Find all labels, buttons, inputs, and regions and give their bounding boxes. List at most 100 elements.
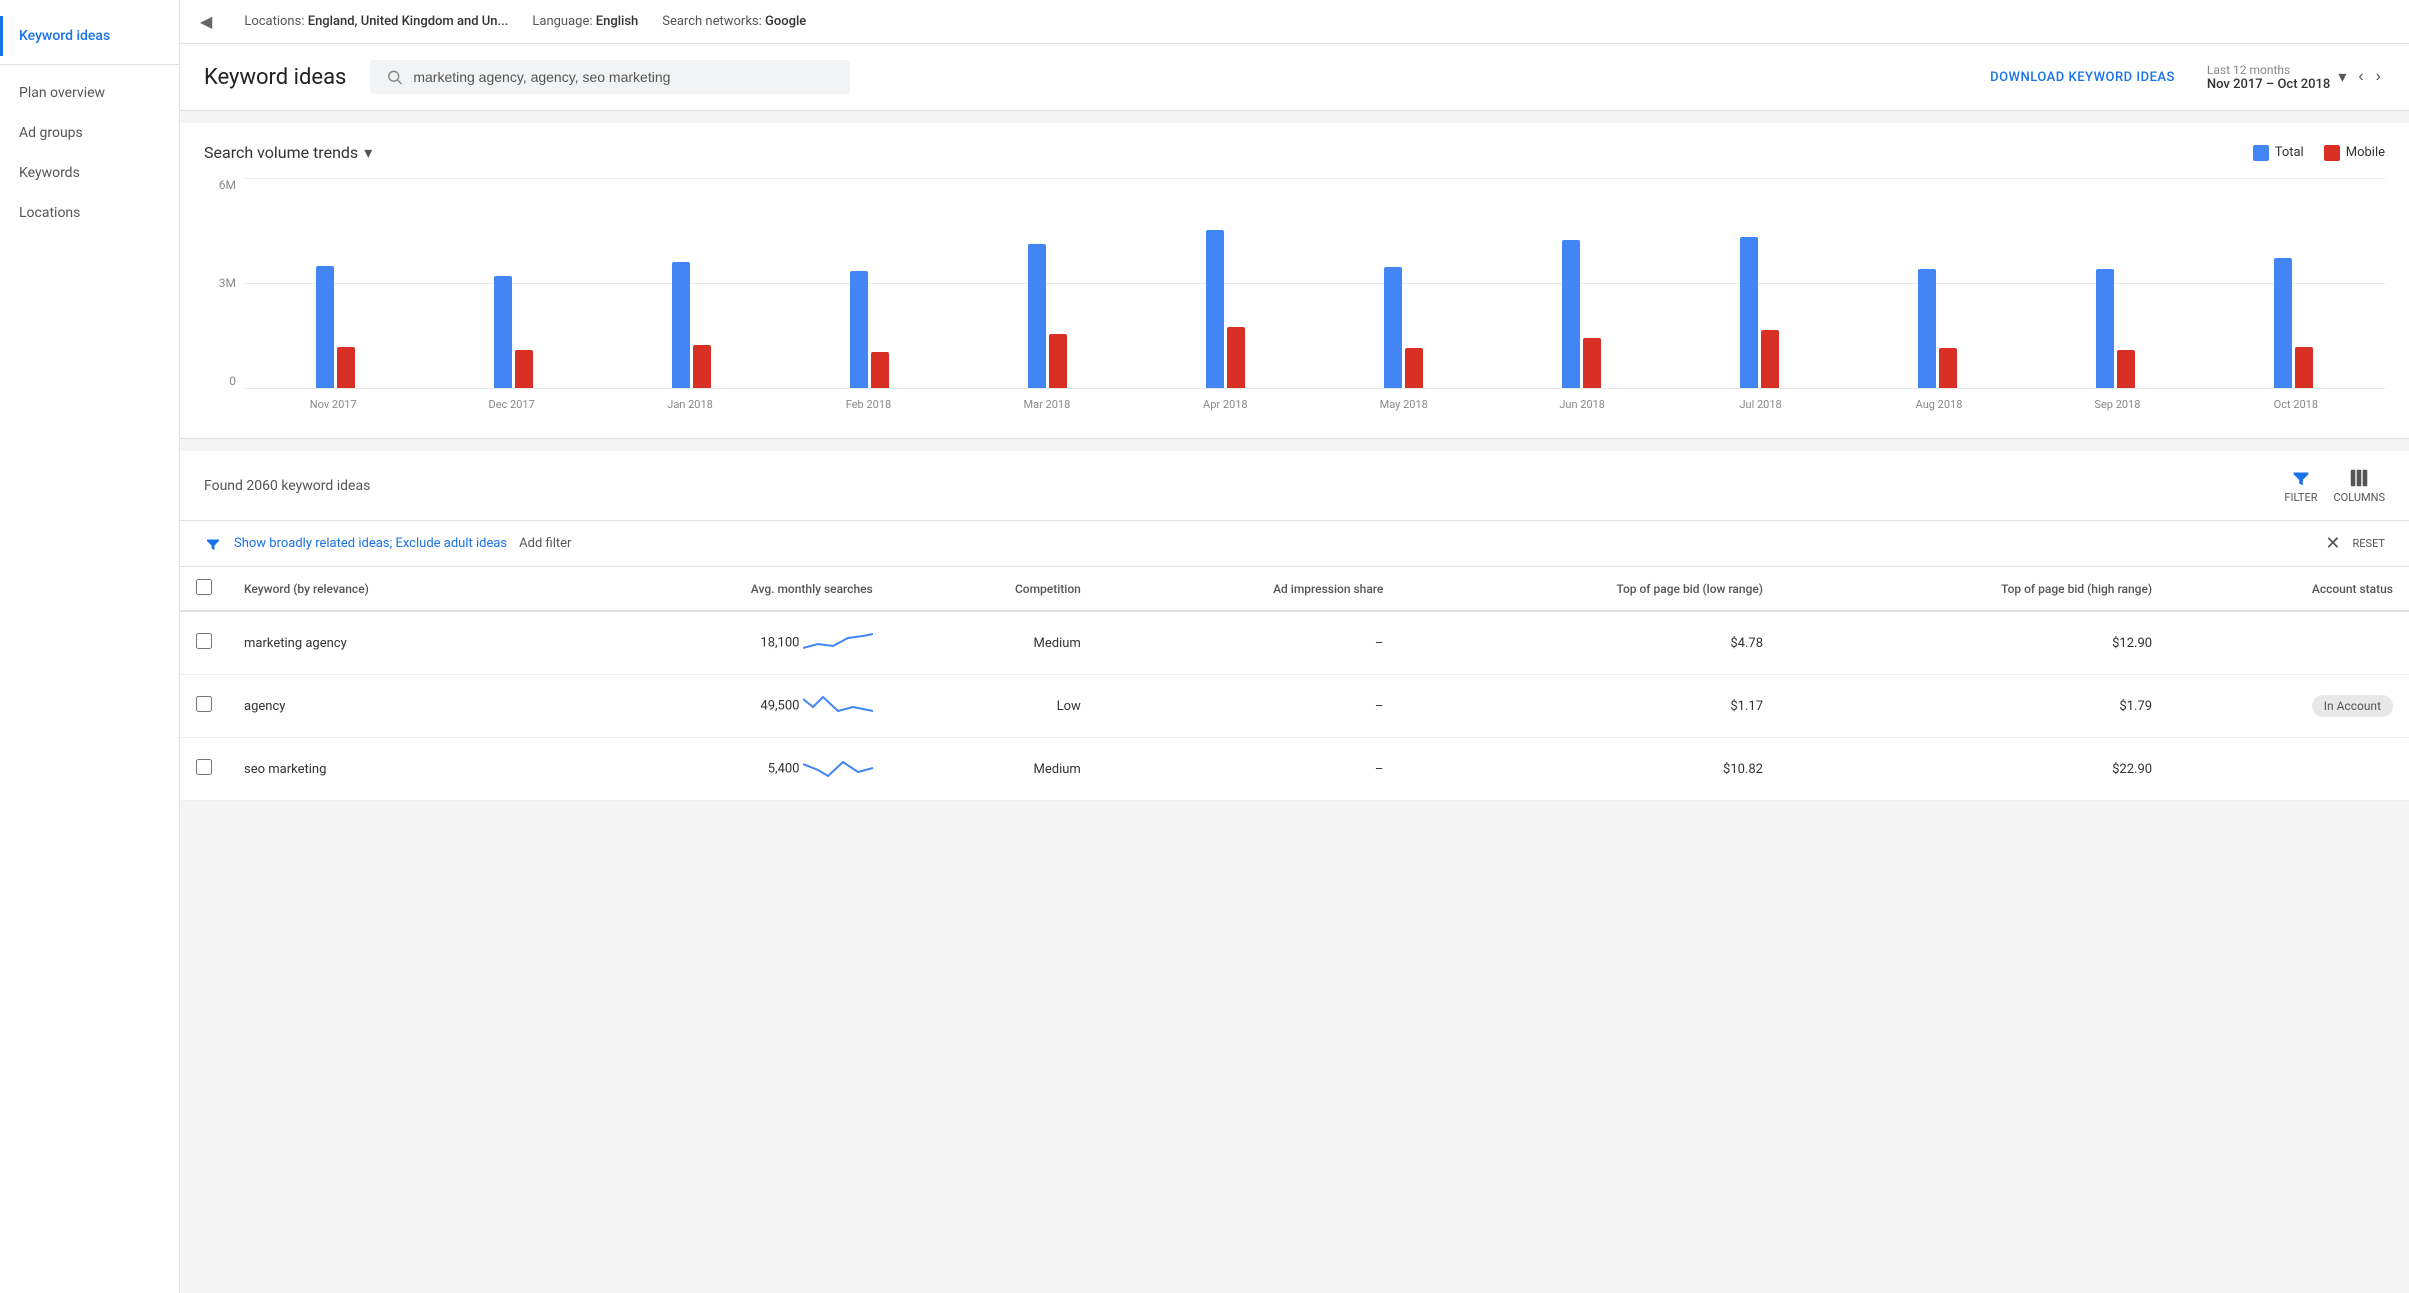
in-account-badge: In Account <box>2312 695 2393 717</box>
legend-total: Total <box>2253 145 2304 161</box>
keywords-table: Keyword (by relevance) Avg. monthly sear… <box>180 567 2409 801</box>
sidebar-item-keywords[interactable]: Keywords <box>0 153 179 193</box>
reset-filter-button[interactable]: RESET <box>2353 537 2385 550</box>
total-bar <box>1028 244 1046 388</box>
trend-sparkline <box>803 626 873 660</box>
top-bid-low-column-header[interactable]: Top of page bid (low range) <box>1399 567 1779 611</box>
trend-sparkline <box>803 689 873 723</box>
table-row: seo marketing 5,400 Medium – $10.82 $22.… <box>180 738 2409 801</box>
filter-description[interactable]: Show broadly related ideas; Exclude adul… <box>234 536 507 551</box>
mobile-bar <box>1049 334 1067 388</box>
mobile-bar <box>871 352 889 388</box>
row-checkbox-cell[interactable] <box>180 611 228 675</box>
avg-monthly-cell: 5,400 <box>561 738 888 801</box>
x-axis-label: Mar 2018 <box>958 398 1136 411</box>
chart-header: Search volume trends ▾ Total Mobile <box>204 143 2385 162</box>
language-label: Language: English <box>532 14 638 29</box>
x-axis-label: May 2018 <box>1315 398 1493 411</box>
ad-impression-column-header[interactable]: Ad impression share <box>1097 567 1400 611</box>
x-axis-label: Feb 2018 <box>779 398 957 411</box>
legend-total-box <box>2253 145 2269 161</box>
date-range-value: Nov 2017 – Oct 2018 <box>2207 77 2330 92</box>
total-bar <box>316 266 334 388</box>
keyword-cell: marketing agency <box>228 611 561 675</box>
total-bar <box>1384 267 1402 388</box>
date-prev-button[interactable]: ‹ <box>2354 66 2367 88</box>
close-filter-button[interactable]: ✕ <box>2325 533 2340 554</box>
chart-legend: Total Mobile <box>2253 145 2385 161</box>
chart-dropdown-icon[interactable]: ▾ <box>364 143 372 162</box>
competition-column-header[interactable]: Competition <box>889 567 1097 611</box>
account-status-cell: In Account <box>2168 675 2409 738</box>
keyword-cell: agency <box>228 675 561 738</box>
found-count: Found 2060 keyword ideas <box>204 478 370 494</box>
sidebar-item-plan-overview[interactable]: Plan overview <box>0 73 179 113</box>
chart-title: Search volume trends ▾ <box>204 143 372 162</box>
sidebar-item-keyword-ideas[interactable]: Keyword ideas <box>0 16 179 56</box>
chart-area <box>244 178 2385 388</box>
total-bar <box>2274 258 2292 388</box>
date-next-button[interactable]: › <box>2372 66 2385 88</box>
language-value: English <box>596 14 639 29</box>
total-bar <box>1206 230 1224 388</box>
row-checkbox-cell[interactable] <box>180 675 228 738</box>
sidebar-item-locations[interactable]: Locations <box>0 193 179 233</box>
row-checkbox[interactable] <box>196 696 212 712</box>
filter-button[interactable]: FILTER <box>2284 467 2317 504</box>
keyword-cell: seo marketing <box>228 738 561 801</box>
top-bar: ◀ Locations: England, United Kingdom and… <box>180 0 2409 44</box>
account-status-column-header[interactable]: Account status <box>2168 567 2409 611</box>
page-title: Keyword ideas <box>204 65 346 90</box>
active-filter-icon <box>204 535 222 553</box>
download-keyword-ideas-button[interactable]: DOWNLOAD KEYWORD IDEAS <box>1990 70 2175 85</box>
month-group <box>2027 269 2203 388</box>
add-filter-button[interactable]: Add filter <box>519 536 571 551</box>
x-axis-labels: Nov 2017Dec 2017Jan 2018Feb 2018Mar 2018… <box>244 390 2385 418</box>
sidebar-item-ad-groups[interactable]: Ad groups <box>0 113 179 153</box>
total-bar <box>1740 237 1758 388</box>
total-bar <box>1918 269 1936 388</box>
row-checkbox[interactable] <box>196 633 212 649</box>
month-group <box>2205 258 2381 388</box>
table-row: agency 49,500 Low – $1.17 $1.79 In Accou… <box>180 675 2409 738</box>
table-header-bar: Found 2060 keyword ideas FILTER <box>180 451 2409 521</box>
search-input[interactable] <box>413 69 834 85</box>
top-bid-high-cell: $22.90 <box>1779 738 2168 801</box>
columns-button[interactable]: COLUMNS <box>2334 467 2385 504</box>
avg-monthly-column-header[interactable]: Avg. monthly searches <box>561 567 888 611</box>
row-checkbox[interactable] <box>196 759 212 775</box>
account-status-cell <box>2168 738 2409 801</box>
sidebar-divider <box>0 64 179 65</box>
total-bar <box>494 276 512 388</box>
select-all-checkbox[interactable] <box>196 579 212 595</box>
select-all-header[interactable] <box>180 567 228 611</box>
filter-icon <box>2290 467 2312 489</box>
month-group <box>960 244 1136 388</box>
ad-impression-cell: – <box>1097 675 1400 738</box>
total-bar <box>2096 269 2114 388</box>
total-bar <box>672 262 690 388</box>
x-axis-label: Jan 2018 <box>601 398 779 411</box>
month-group <box>1138 230 1314 388</box>
table-body: marketing agency 18,100 Medium – $4.78 $… <box>180 611 2409 801</box>
row-checkbox-cell[interactable] <box>180 738 228 801</box>
mobile-bar <box>1939 348 1957 388</box>
mobile-bar <box>693 345 711 388</box>
collapse-sidebar-button[interactable]: ◀ <box>200 12 212 31</box>
competition-cell: Medium <box>889 738 1097 801</box>
locations-value: England, United Kingdom and Un... <box>308 14 509 29</box>
month-group <box>248 266 424 388</box>
date-range-dropdown[interactable]: ▾ <box>2334 65 2350 89</box>
keyword-search-bar[interactable] <box>370 60 850 94</box>
networks-value: Google <box>765 14 806 29</box>
top-bid-high-cell: $12.90 <box>1779 611 2168 675</box>
mobile-bar <box>1583 338 1601 388</box>
mobile-bar <box>1761 330 1779 388</box>
top-bid-high-column-header[interactable]: Top of page bid (high range) <box>1779 567 2168 611</box>
avg-monthly-cell: 18,100 <box>561 611 888 675</box>
bar-chart: 6M 3M 0 Nov 2017Dec 2017Jan 2018Feb 2018… <box>204 178 2385 418</box>
top-bid-low-cell: $1.17 <box>1399 675 1779 738</box>
keyword-column-header[interactable]: Keyword (by relevance) <box>228 567 561 611</box>
month-group <box>1671 237 1847 388</box>
legend-mobile: Mobile <box>2324 145 2385 161</box>
